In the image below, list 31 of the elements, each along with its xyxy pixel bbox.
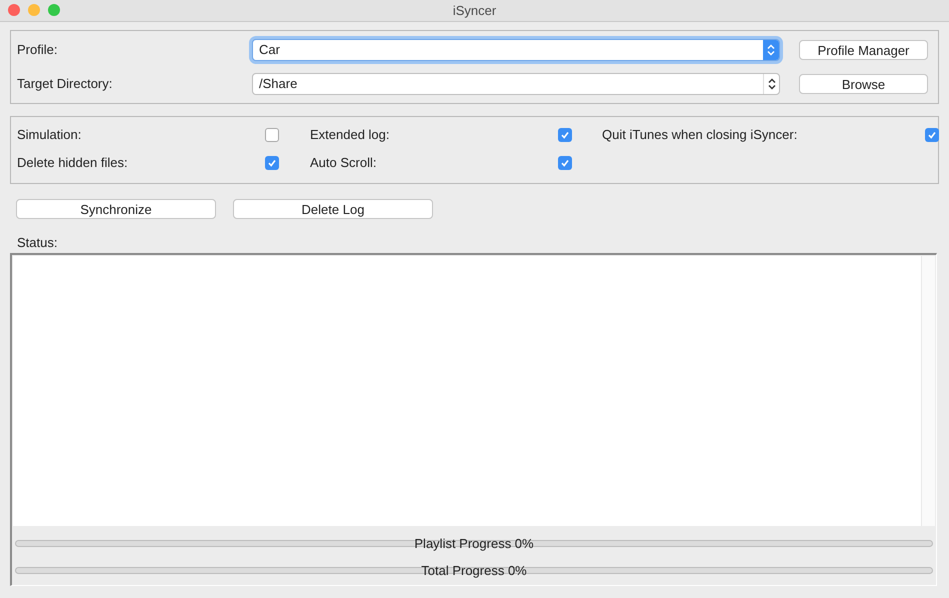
field-label: Target Directory: — [17, 75, 114, 94]
scrollbar-track[interactable] — [921, 256, 935, 526]
checkmark-icon — [560, 130, 570, 140]
status-label: Status: — [16, 235, 58, 251]
progress-label: Playlist Progress 0% — [414, 535, 534, 552]
field-label: Profile: — [17, 41, 58, 60]
dropdown-field[interactable]: /Share — [252, 73, 780, 95]
close-button[interactable] — [8, 4, 20, 16]
delete-log-button[interactable]: Delete Log — [233, 199, 433, 219]
progress-label: Total Progress 0% — [421, 562, 527, 579]
checkbox[interactable] — [558, 128, 572, 142]
option-label: Quit iTunes when closing iSyncer: — [602, 126, 798, 144]
checkmark-icon — [927, 130, 937, 140]
checkmark-icon — [560, 158, 570, 168]
checkmark-icon — [267, 158, 277, 168]
checkbox[interactable] — [265, 156, 279, 170]
minimize-button[interactable] — [28, 4, 40, 16]
option-label: Extended log: — [310, 126, 391, 144]
option-label: Auto Scroll: — [310, 154, 378, 172]
window-title: iSyncer — [452, 2, 496, 20]
checkbox[interactable] — [558, 156, 572, 170]
option-label: Simulation: — [17, 126, 82, 144]
profile-manager-button[interactable]: Profile Manager — [799, 40, 928, 60]
checkbox[interactable] — [265, 128, 279, 142]
dropdown-field[interactable]: Car — [252, 39, 780, 61]
checkbox[interactable] — [925, 128, 939, 142]
synchronize-button[interactable]: Synchronize — [16, 199, 216, 219]
browse-button[interactable]: Browse — [799, 74, 928, 94]
option-label: Delete hidden files: — [17, 154, 129, 172]
updown-arrows-icon — [763, 40, 779, 60]
zoom-button[interactable] — [48, 4, 60, 16]
